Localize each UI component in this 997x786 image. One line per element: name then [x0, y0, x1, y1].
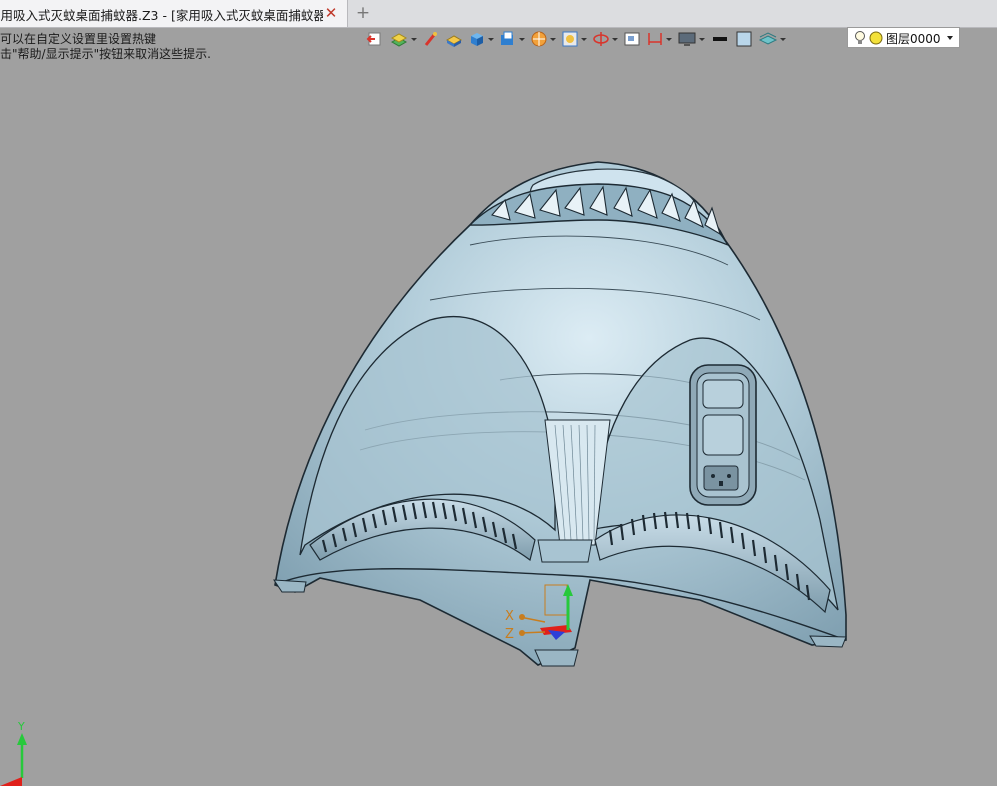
- display-mode-icon[interactable]: [499, 29, 525, 49]
- yellow-circle-icon: [869, 31, 883, 45]
- view-toolbar: [366, 28, 791, 50]
- plus-icon[interactable]: +: [354, 2, 372, 24]
- 3d-viewport[interactable]: X Z Y: [0, 50, 997, 786]
- foot-mid: [537, 539, 593, 563]
- power-button: [702, 379, 744, 409]
- layer-name: 图层0000: [886, 32, 941, 46]
- zoom-window-icon[interactable]: [623, 29, 641, 49]
- mode-button: [702, 414, 744, 456]
- world-y-label: Y: [17, 720, 25, 733]
- layer-manager-icon[interactable]: [389, 29, 417, 49]
- lightbulb-icon[interactable]: [854, 30, 866, 46]
- line-color-icon[interactable]: [710, 29, 730, 49]
- control-panel[interactable]: [689, 364, 757, 506]
- dimension-icon[interactable]: [646, 29, 672, 49]
- box-view-icon[interactable]: [468, 29, 494, 49]
- shaded-face-icon[interactable]: [445, 29, 463, 49]
- render-icon[interactable]: [530, 29, 556, 49]
- material-icon[interactable]: [758, 29, 786, 49]
- face-color-icon[interactable]: [735, 29, 753, 49]
- world-axis-indicator: Y: [0, 720, 27, 786]
- document-tab[interactable]: 家用吸入式灭蚊桌面捕蚊器.Z3 - [家用吸入式灭蚊桌面捕蚊器] ✕: [0, 0, 348, 27]
- document-tab-title: 家用吸入式灭蚊桌面捕蚊器.Z3 - [家用吸入式灭蚊桌面捕蚊器]: [0, 8, 323, 23]
- rotate-view-icon[interactable]: [592, 29, 618, 49]
- foot-center: [534, 649, 579, 667]
- layer-select[interactable]: 图层0000: [847, 27, 960, 48]
- triad-z-label: Z: [505, 627, 514, 642]
- view-fit-icon[interactable]: [561, 29, 587, 49]
- triad-x-label: X: [505, 609, 514, 624]
- screen-icon[interactable]: [677, 29, 705, 49]
- mosquito-trap-model[interactable]: [273, 161, 847, 667]
- chevron-down-icon[interactable]: [947, 36, 953, 40]
- foot-right: [809, 635, 847, 648]
- paint-brush-icon[interactable]: [422, 29, 440, 49]
- exit-icon[interactable]: [366, 29, 384, 49]
- foot-left: [273, 579, 307, 593]
- document-tab-bar: 家用吸入式灭蚊桌面捕蚊器.Z3 - [家用吸入式灭蚊桌面捕蚊器] ✕ +: [0, 0, 997, 28]
- close-icon[interactable]: ✕: [322, 3, 340, 23]
- power-socket: [703, 465, 739, 491]
